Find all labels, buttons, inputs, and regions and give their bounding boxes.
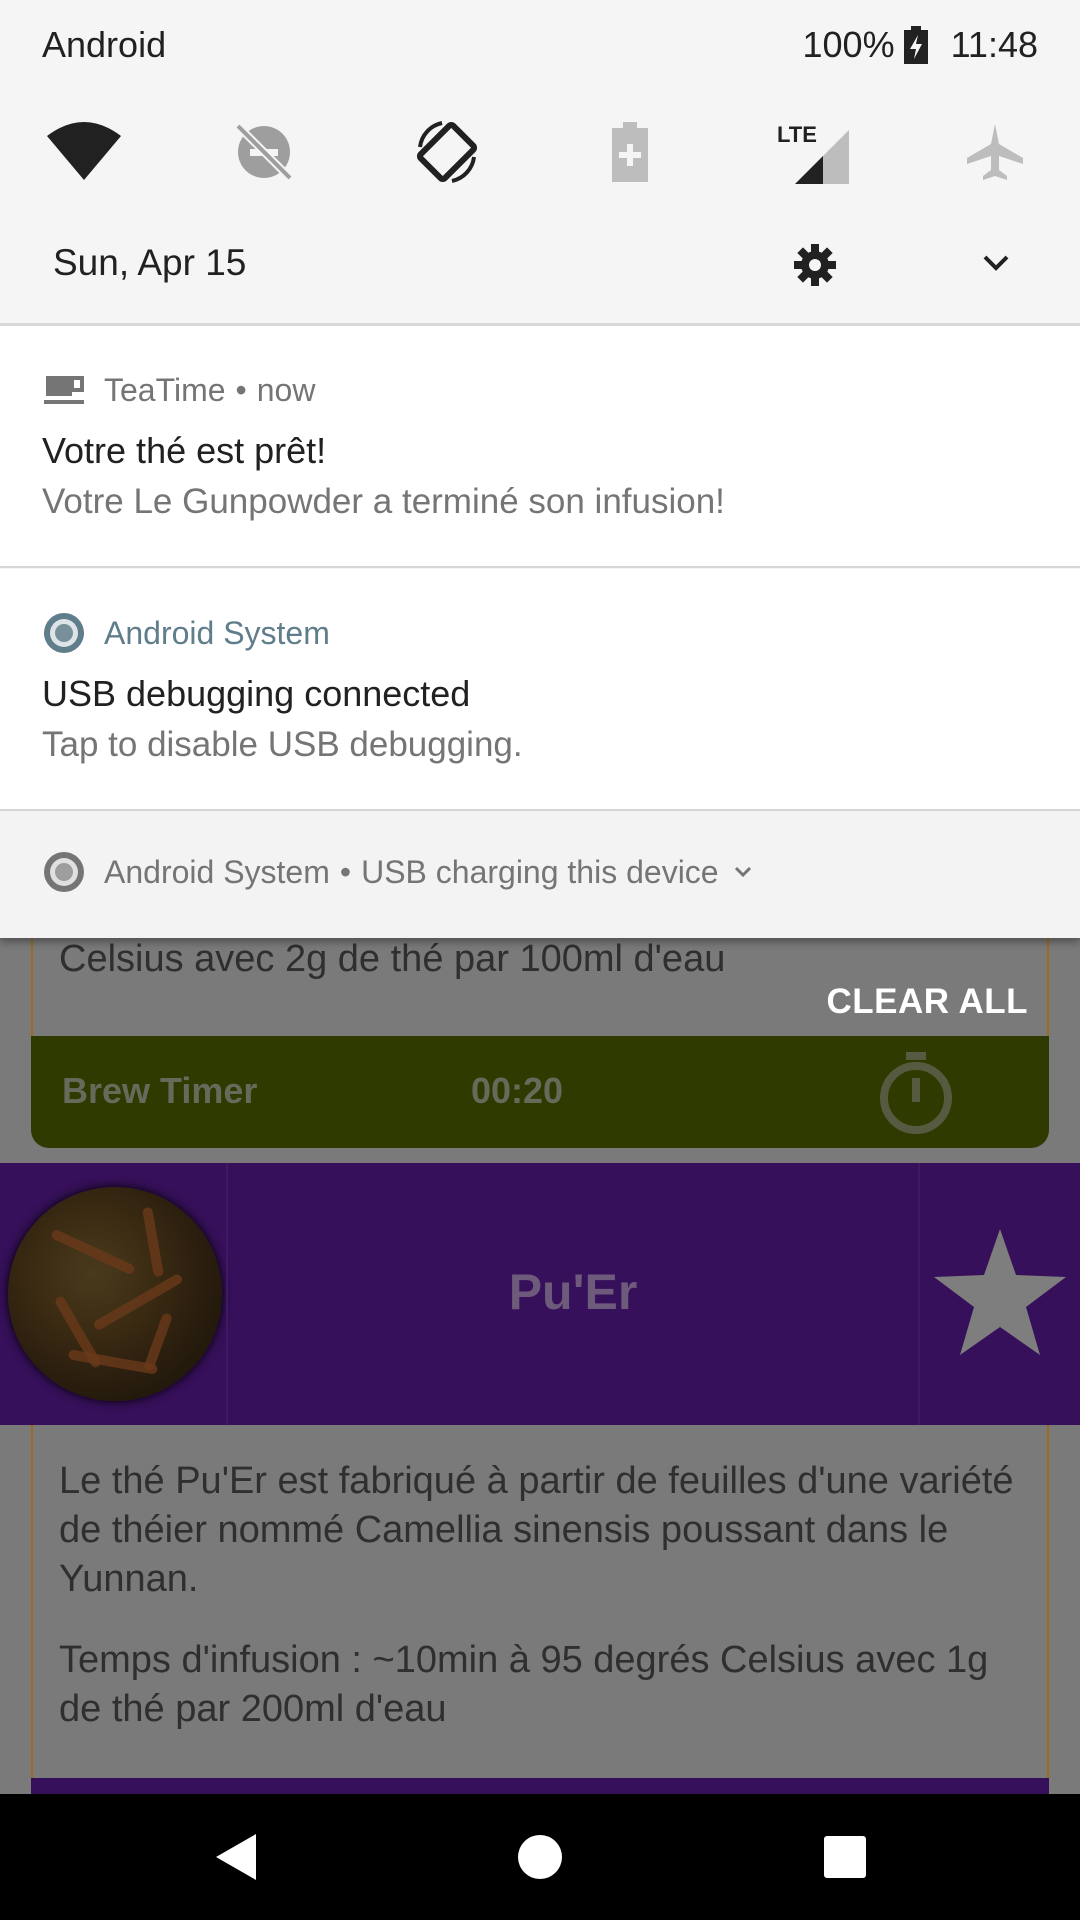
- back-icon[interactable]: [200, 1822, 270, 1892]
- android-system-icon: [44, 613, 84, 653]
- svg-text:LTE: LTE: [777, 122, 817, 147]
- notification-text: Tap to disable USB debugging.: [42, 725, 523, 764]
- tea-leaves-image: [8, 1187, 222, 1401]
- quick-settings-row: LTE: [0, 100, 1080, 200]
- date-row: Sun, Apr 15: [0, 220, 1080, 320]
- notification-shade: Android 100% 11:48 LTE Sun, Apr 15 TeaTi…: [0, 0, 1080, 938]
- notification-usb-charging[interactable]: Android System • USB charging this devic…: [0, 812, 1080, 938]
- notification-summary: USB charging this device: [361, 853, 719, 890]
- tea-description-brewing: Temps d'infusion : ~10min à 95 degrés Ce…: [59, 1639, 989, 1730]
- notification-app-name: TeaTime: [104, 371, 226, 408]
- status-bar: Android 100% 11:48: [0, 0, 1080, 86]
- notification-usb-debugging[interactable]: Android System USB debugging connected T…: [0, 569, 1080, 811]
- tea-description: Le thé Pu'Er est fabriqué à partir de fe…: [31, 1425, 1049, 1794]
- airplane-mode-icon[interactable]: [953, 110, 1037, 194]
- notification-time: now: [256, 371, 316, 408]
- notification-app-name: Android System: [104, 853, 330, 890]
- chevron-down-icon[interactable]: [975, 242, 1017, 284]
- star-icon[interactable]: [930, 1225, 1070, 1361]
- clock: 11:48: [950, 24, 1038, 65]
- notification-title: USB debugging connected: [42, 673, 471, 714]
- date-text: Sun, Apr 15: [53, 242, 247, 283]
- battery-percent: 100%: [802, 24, 895, 65]
- brew-timer-time: 00:20: [471, 1070, 564, 1111]
- separator-dot: •: [235, 371, 247, 408]
- home-icon[interactable]: [505, 1822, 575, 1892]
- wifi-icon[interactable]: [42, 110, 126, 194]
- battery-charging-icon: [903, 26, 928, 64]
- carrier-name: Android: [42, 24, 167, 65]
- recents-icon[interactable]: [810, 1822, 880, 1892]
- separator-dot: •: [339, 853, 352, 890]
- lte-signal-icon[interactable]: LTE: [770, 110, 854, 194]
- tea-name: Pu'Er: [508, 1264, 638, 1320]
- tea-description-origin: Le thé Pu'Er est fabriqué à partir de fe…: [59, 1460, 1014, 1600]
- screen: infusion en trois étapes de 20s chaque à…: [0, 0, 1080, 1920]
- notification-app-name: Android System: [104, 614, 330, 651]
- android-system-icon: [44, 852, 84, 892]
- clear-all-button[interactable]: CLEAR ALL: [826, 982, 1028, 1022]
- tea-row-puer[interactable]: Pu'Er: [0, 1163, 1080, 1425]
- navigation-bar: [0, 1794, 1080, 1920]
- coffee-cup-icon: [44, 376, 84, 404]
- notification-header: TeaTime • now: [42, 368, 315, 412]
- brew-timer-label: Brew Timer: [62, 1070, 258, 1111]
- next-tea-header: [31, 1778, 1049, 1794]
- chevron-down-icon[interactable]: [729, 858, 757, 886]
- notification-header: Android System • USB charging this devic…: [42, 850, 757, 894]
- brew-timer-bar[interactable]: Brew Timer 00:20: [31, 1036, 1049, 1148]
- notification-header: Android System: [42, 611, 330, 655]
- battery-saver-icon[interactable]: [588, 110, 672, 194]
- notification-title: Votre thé est prêt!: [42, 430, 327, 471]
- gear-icon[interactable]: [790, 240, 840, 290]
- notification-text: Votre Le Gunpowder a terminé son infusio…: [42, 482, 725, 521]
- auto-rotate-icon[interactable]: [405, 110, 489, 194]
- notification-teatime[interactable]: TeaTime • now Votre thé est prêt! Votre …: [0, 326, 1080, 568]
- do-not-disturb-off-icon[interactable]: [222, 110, 306, 194]
- stopwatch-icon[interactable]: [876, 1050, 956, 1136]
